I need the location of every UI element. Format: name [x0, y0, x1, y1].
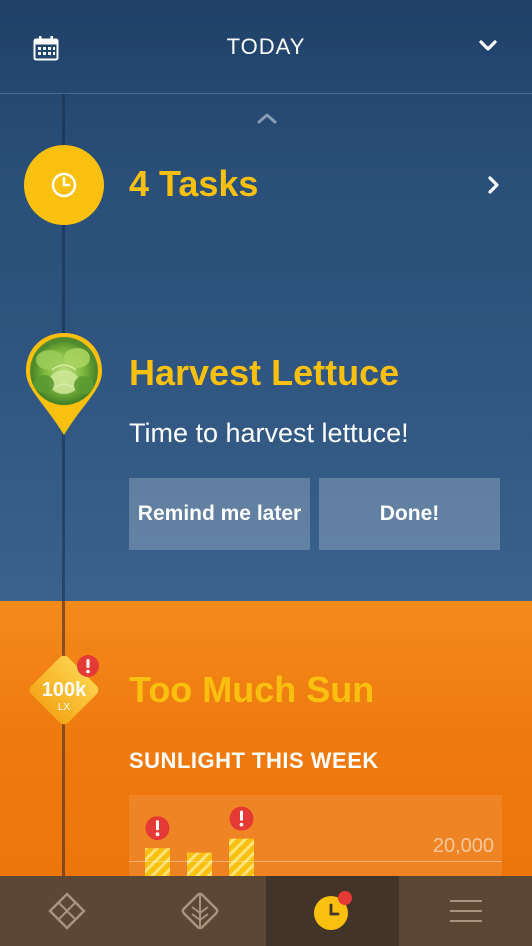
today-screen: TODAY 4 Tasks Harvest Lettuce Time to ha… — [0, 0, 532, 946]
chevron-down-icon[interactable] — [478, 38, 498, 54]
tab-menu[interactable] — [399, 876, 532, 946]
sun-badge-unit: LX — [58, 702, 71, 713]
tasks-clock-badge[interactable] — [24, 145, 104, 225]
chevron-up-icon[interactable] — [256, 110, 278, 126]
bottom-nav — [0, 876, 532, 946]
sunlight-bar — [187, 852, 212, 877]
harvest-description: Time to harvest lettuce! — [129, 418, 409, 448]
harvest-title: Harvest Lettuce — [129, 352, 400, 393]
timeline-line-sun — [62, 601, 65, 876]
tasks-count[interactable]: 4 Tasks — [129, 163, 258, 205]
menu-icon — [449, 900, 482, 922]
header-bar: TODAY — [0, 0, 532, 94]
tab-dashboard[interactable] — [0, 876, 133, 946]
sunlight-chart: 20,000 — [129, 795, 502, 885]
sunlight-bar — [145, 848, 170, 877]
diamond-grid-icon — [47, 892, 86, 930]
clock-icon — [51, 172, 77, 198]
notification-dot — [337, 891, 352, 905]
tab-plants[interactable] — [133, 876, 266, 946]
header-title[interactable]: TODAY — [0, 34, 532, 60]
warning-icon — [229, 806, 254, 831]
done-button[interactable]: Done! — [319, 478, 500, 550]
sunlight-bar — [229, 838, 254, 877]
sun-badge-value: 100k — [42, 679, 87, 701]
sunlight-subtitle: SUNLIGHT THIS WEEK — [129, 748, 379, 773]
sunlight-alert-badge: 100k LX — [29, 655, 99, 725]
reference-line — [129, 861, 502, 862]
remind-me-later-button[interactable]: Remind me later — [129, 478, 310, 550]
tab-timeline[interactable] — [266, 876, 399, 946]
reference-label: 20,000 — [432, 835, 494, 857]
leaf-icon — [181, 892, 218, 930]
warning-icon — [145, 816, 170, 841]
chevron-right-icon[interactable] — [486, 174, 502, 196]
lettuce-pin-icon — [26, 333, 102, 435]
sun-title: Too Much Sun — [129, 669, 375, 710]
clock-icon — [313, 891, 352, 930]
